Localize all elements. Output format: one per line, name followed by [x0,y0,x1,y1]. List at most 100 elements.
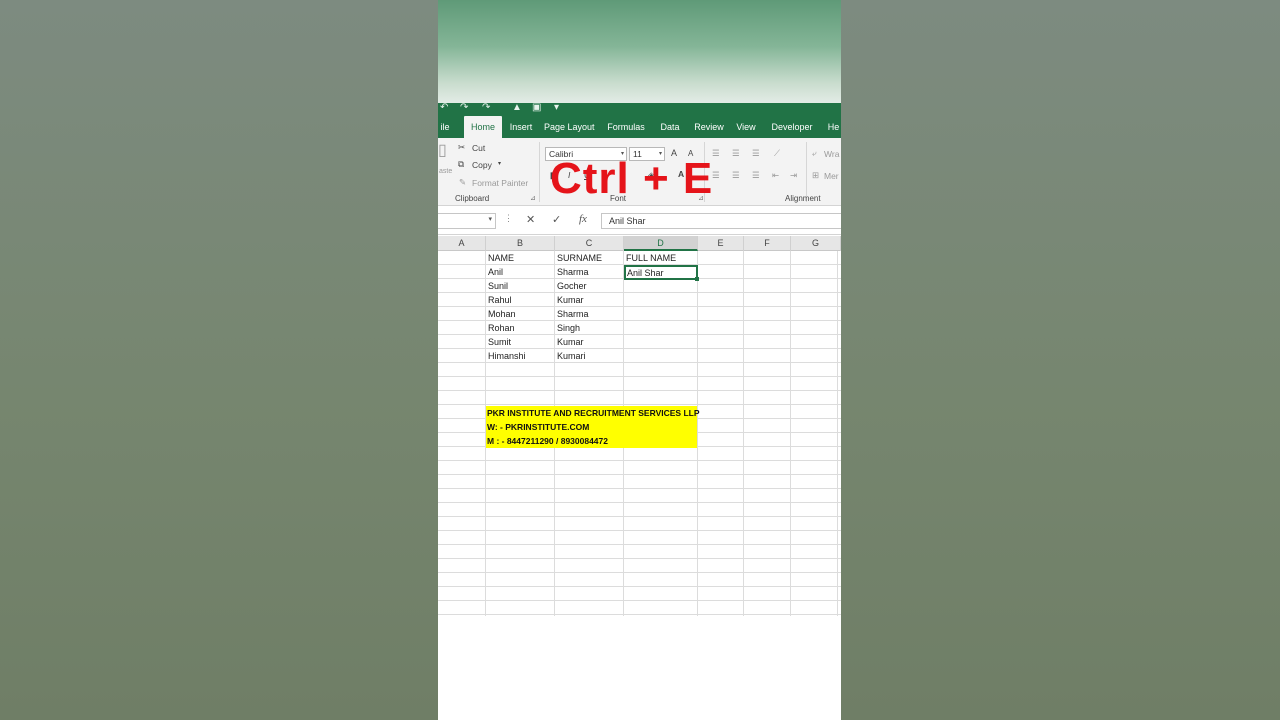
column-header-a[interactable]: A [438,236,486,251]
tab-formulas[interactable]: Formulas [606,116,646,138]
column-header-c[interactable]: C [555,236,624,251]
enter-icon[interactable]: ✓ [552,213,561,226]
merge-button[interactable]: Mer [824,171,839,181]
spreadsheet-grid: A B C D E F G NAME SURNAME FULL NAME Ani… [438,236,841,616]
name-cell[interactable]: Anil [486,265,503,279]
decrease-indent-icon[interactable]: ⇤ [772,170,779,181]
surname-cell[interactable]: Kumari [555,349,586,363]
tab-insert[interactable]: Insert [506,116,536,138]
align-middle-icon[interactable]: ☰ [732,148,740,159]
wrap-text-icon[interactable]: ⤶ [812,148,817,159]
tab-view[interactable]: View [734,116,758,138]
column-headers: A B C D E F G [438,236,841,251]
copy-dropdown-icon[interactable]: ▾ [498,160,501,167]
surname-cell[interactable]: Sharma [555,307,589,321]
name-cell[interactable]: Sumit [486,335,511,349]
more-options-icon: ⋮ [504,213,513,223]
table-row [438,391,841,405]
surname-cell[interactable]: Kumar [555,335,584,349]
name-box[interactable]: ▾ [438,213,496,229]
clipboard-group-label: Clipboard [455,194,490,203]
tab-file[interactable]: ile [438,116,452,138]
save-icon[interactable]: ▣ [532,102,541,113]
redo-arrow-icon[interactable]: ↷ [482,102,490,113]
table-row [438,587,841,601]
table-row [438,573,841,587]
banner-line-website: W: - PKRINSTITUTE.COM [487,422,590,432]
name-cell[interactable]: Rohan [486,321,515,335]
table-row [438,363,841,377]
align-bottom-icon[interactable]: ☰ [752,148,760,159]
wrap-text-button[interactable]: Wra [824,149,839,159]
paste-icon[interactable]: ▯ [438,140,447,160]
ribbon-separator [539,142,540,202]
merge-icon[interactable]: ⊞ [812,170,819,181]
qat-dropdown-icon[interactable]: ▾ [554,102,559,113]
header-cell-surname[interactable]: SURNAME [555,251,602,265]
column-header-b[interactable]: B [486,236,555,251]
ribbon-tabs: ile Home Insert Page Layout Formulas Dat… [438,116,841,138]
header-cell-name[interactable]: NAME [486,251,514,265]
ribbon-separator [806,142,807,202]
cancel-icon[interactable]: ✕ [526,213,535,226]
format-painter-button[interactable]: Format Painter [472,178,528,188]
name-cell[interactable]: Sunil [486,279,508,293]
surname-cell[interactable]: Sharma [555,265,589,279]
table-row [438,545,841,559]
cut-icon[interactable]: ✂ [458,142,465,153]
undo-icon[interactable]: ↶ [440,102,448,113]
formula-bar: ▾ ⋮ ✕ ✓ fx Anil Shar [438,207,841,235]
tab-page-layout[interactable]: Page Layout [544,116,595,138]
fill-handle[interactable] [695,277,699,281]
name-cell[interactable]: Rahul [486,293,512,307]
copy-icon[interactable]: ⧉ [458,159,464,170]
table-row [438,559,841,573]
table-row [438,447,841,461]
format-painter-icon[interactable]: ✎ [459,177,466,188]
institute-banner: PKR INSTITUTE AND RECRUITMENT SERVICES L… [486,406,700,448]
surname-cell[interactable]: Gocher [555,279,587,293]
header-cell-full-name[interactable]: FULL NAME [624,251,676,265]
surname-cell[interactable]: Singh [555,321,580,335]
banner-line-company: PKR INSTITUTE AND RECRUITMENT SERVICES L… [487,408,700,418]
table-row [438,531,841,545]
chevron-down-icon: ▾ [488,216,492,223]
quick-access-toolbar: ↶ ↷ ↷ ▲ ▣ ▾ [438,102,841,116]
cut-button[interactable]: Cut [472,143,485,153]
active-cell-d3[interactable]: Anil Shar [624,265,699,281]
table-row [438,601,841,615]
tab-review[interactable]: Review [692,116,726,138]
table-row [438,489,841,503]
table-row [438,377,841,391]
name-cell[interactable]: Mohan [486,307,516,321]
cell-area[interactable]: NAME SURNAME FULL NAME Anil Sharma Sunil… [438,251,841,616]
copy-button[interactable]: Copy [472,160,492,170]
orientation-icon[interactable]: ⟋ [774,148,780,159]
increase-indent-icon[interactable]: ⇥ [790,170,797,181]
column-header-g[interactable]: G [791,236,841,251]
banner-line-phone: M : - 8447211290 / 8930084472 [487,436,608,446]
tab-data[interactable]: Data [657,116,683,138]
table-row [438,503,841,517]
tab-help[interactable]: He [826,116,841,138]
tab-home[interactable]: Home [464,116,502,138]
blurred-background-left [0,0,438,720]
column-header-f[interactable]: F [744,236,791,251]
tab-developer[interactable]: Developer [769,116,815,138]
column-header-e[interactable]: E [698,236,744,251]
align-right-icon[interactable]: ☰ [752,170,760,181]
print-icon[interactable]: ▲ [512,102,522,113]
table-row [438,461,841,475]
active-cell-value: Anil Shar [627,268,664,278]
insert-function-icon[interactable]: fx [579,213,587,225]
column-header-d[interactable]: D [624,236,698,251]
clipboard-launcher-icon[interactable]: ⊿ [530,194,536,202]
formula-input[interactable]: Anil Shar [601,213,841,229]
redo-icon[interactable]: ↷ [460,102,468,113]
name-cell[interactable]: Himanshi [486,349,526,363]
paste-label[interactable]: aste [439,168,452,175]
align-center-icon[interactable]: ☰ [732,170,740,181]
video-top-band [438,0,841,103]
surname-cell[interactable]: Kumar [555,293,584,307]
shortcut-overlay-text: Ctrl + E [550,154,714,203]
